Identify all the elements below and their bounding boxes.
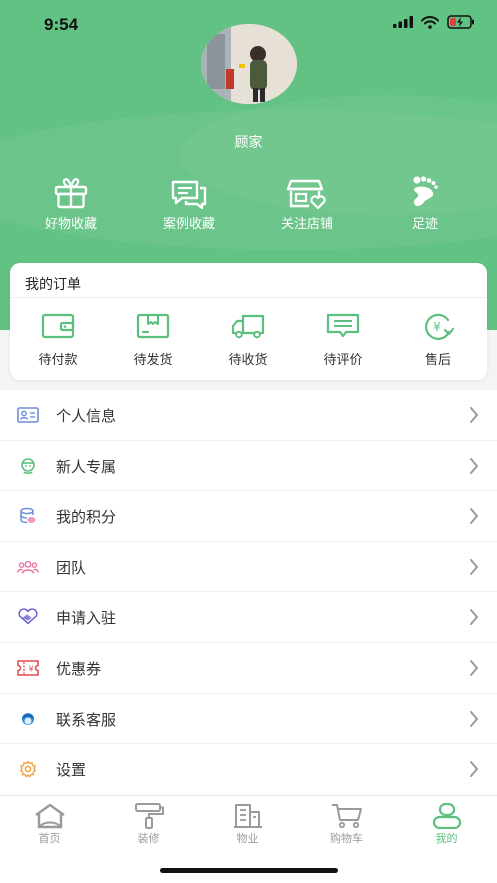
coupon-icon: ¥ — [17, 660, 39, 676]
menu-item-my-points[interactable]: 我的积分 — [0, 491, 497, 542]
menu-item-label: 联系客服 — [56, 710, 117, 729]
gift-icon — [54, 178, 88, 209]
footprint-icon — [413, 176, 438, 206]
settings-menu: 个人信息 新人专属 我的积分 团队 申请入驻 ¥ 优惠券 联系客服 设置 — [0, 390, 497, 795]
tab-mine[interactable]: 我的 — [397, 802, 496, 846]
status-time: 9:54 — [44, 15, 79, 34]
menu-item-label: 团队 — [56, 558, 87, 577]
quick-action-followed-stores[interactable]: 关注店铺 — [252, 175, 362, 232]
team-icon — [17, 560, 39, 574]
chevron-right-icon — [470, 407, 478, 423]
quick-action-label: 案例收藏 — [162, 217, 215, 232]
chevron-right-icon — [470, 710, 478, 727]
building-icon — [233, 803, 262, 828]
id-card-icon — [17, 407, 39, 423]
paint-roller-icon — [134, 802, 164, 829]
svg-text:¥: ¥ — [28, 664, 33, 673]
truck-icon — [231, 314, 265, 339]
menu-item-label: 我的积分 — [56, 508, 117, 527]
gear-icon — [19, 760, 37, 778]
quick-action-label: 足迹 — [411, 217, 438, 232]
wifi-icon — [421, 15, 439, 29]
quick-action-footprints[interactable]: 足迹 — [370, 175, 480, 232]
menu-item-label: 设置 — [56, 761, 87, 780]
cart-icon — [331, 803, 362, 828]
svg-text:¥: ¥ — [433, 320, 441, 334]
coins-icon — [20, 507, 36, 524]
menu-item-label: 新人专属 — [56, 457, 117, 476]
menu-item-label: 申请入驻 — [56, 609, 117, 628]
battery-charging-icon — [447, 15, 474, 29]
order-status-label: 待收货 — [228, 353, 268, 368]
chevron-right-icon — [470, 558, 478, 575]
order-pending-review[interactable]: 待评价 — [303, 311, 383, 368]
profile-icon — [432, 802, 461, 829]
store-icon — [287, 179, 326, 209]
quick-action-favorite-cases[interactable]: 案例收藏 — [134, 175, 244, 232]
cellular-signal-icon — [393, 16, 413, 28]
home-icon — [34, 803, 65, 828]
tab-label: 购物车 — [330, 832, 363, 845]
order-status-label: 待付款 — [38, 353, 78, 368]
menu-item-team[interactable]: 团队 — [0, 542, 497, 593]
avatar-photo — [201, 24, 297, 104]
refund-icon: ¥ — [425, 313, 455, 340]
quick-action-favorite-goods[interactable]: 好物收藏 — [16, 175, 126, 232]
username: 顾家 — [234, 135, 263, 151]
tab-cart[interactable]: 购物车 — [297, 802, 396, 846]
chevron-right-icon — [470, 609, 478, 626]
message-icon — [171, 180, 207, 209]
chevron-right-icon — [470, 761, 478, 778]
order-after-sales[interactable]: ¥ 售后 — [398, 311, 478, 368]
my-orders-card: 我的订单 待付款 待发货 待收货 待评价 ¥ 售后 — [10, 263, 487, 380]
tab-home[interactable]: 首页 — [0, 802, 99, 846]
my-orders-title: 我的订单 — [25, 277, 81, 293]
order-pending-receipt[interactable]: 待收货 — [208, 311, 288, 368]
chevron-right-icon — [470, 508, 478, 525]
tab-label: 首页 — [38, 832, 61, 845]
order-status-label: 售后 — [424, 353, 451, 368]
home-indicator — [160, 868, 338, 873]
menu-item-settings[interactable]: 设置 — [0, 744, 497, 795]
quick-action-label: 好物收藏 — [44, 217, 97, 232]
order-pending-payment[interactable]: 待付款 — [18, 311, 98, 368]
order-pending-shipment[interactable]: 待发货 — [113, 311, 193, 368]
menu-item-apply-to-join[interactable]: 申请入驻 — [0, 592, 497, 643]
tab-label: 装修 — [137, 832, 160, 845]
menu-item-personal-info[interactable]: 个人信息 — [0, 390, 497, 441]
order-status-label: 待发货 — [133, 353, 173, 368]
menu-item-coupons[interactable]: ¥ 优惠券 — [0, 643, 497, 694]
menu-item-label: 优惠券 — [56, 659, 102, 678]
menu-item-label: 个人信息 — [56, 407, 117, 425]
divider — [10, 297, 487, 298]
box-icon — [136, 313, 170, 339]
order-status-label: 待评价 — [323, 353, 363, 368]
wallet-icon — [41, 313, 75, 339]
chevron-right-icon — [470, 659, 478, 676]
tab-label: 我的 — [435, 832, 458, 845]
quick-action-label: 关注店铺 — [280, 217, 333, 232]
handshake-icon — [18, 608, 38, 625]
tab-property[interactable]: 物业 — [198, 802, 297, 846]
tab-label: 物业 — [236, 832, 259, 845]
customer-service-icon — [22, 712, 34, 725]
chevron-right-icon — [470, 457, 478, 474]
menu-item-customer-service[interactable]: 联系客服 — [0, 694, 497, 745]
avatar[interactable] — [201, 24, 297, 104]
menu-item-newcomer[interactable]: 新人专属 — [0, 441, 497, 492]
review-icon — [326, 313, 360, 338]
tab-renovation[interactable]: 装修 — [99, 802, 198, 846]
newcomer-icon — [21, 457, 35, 474]
